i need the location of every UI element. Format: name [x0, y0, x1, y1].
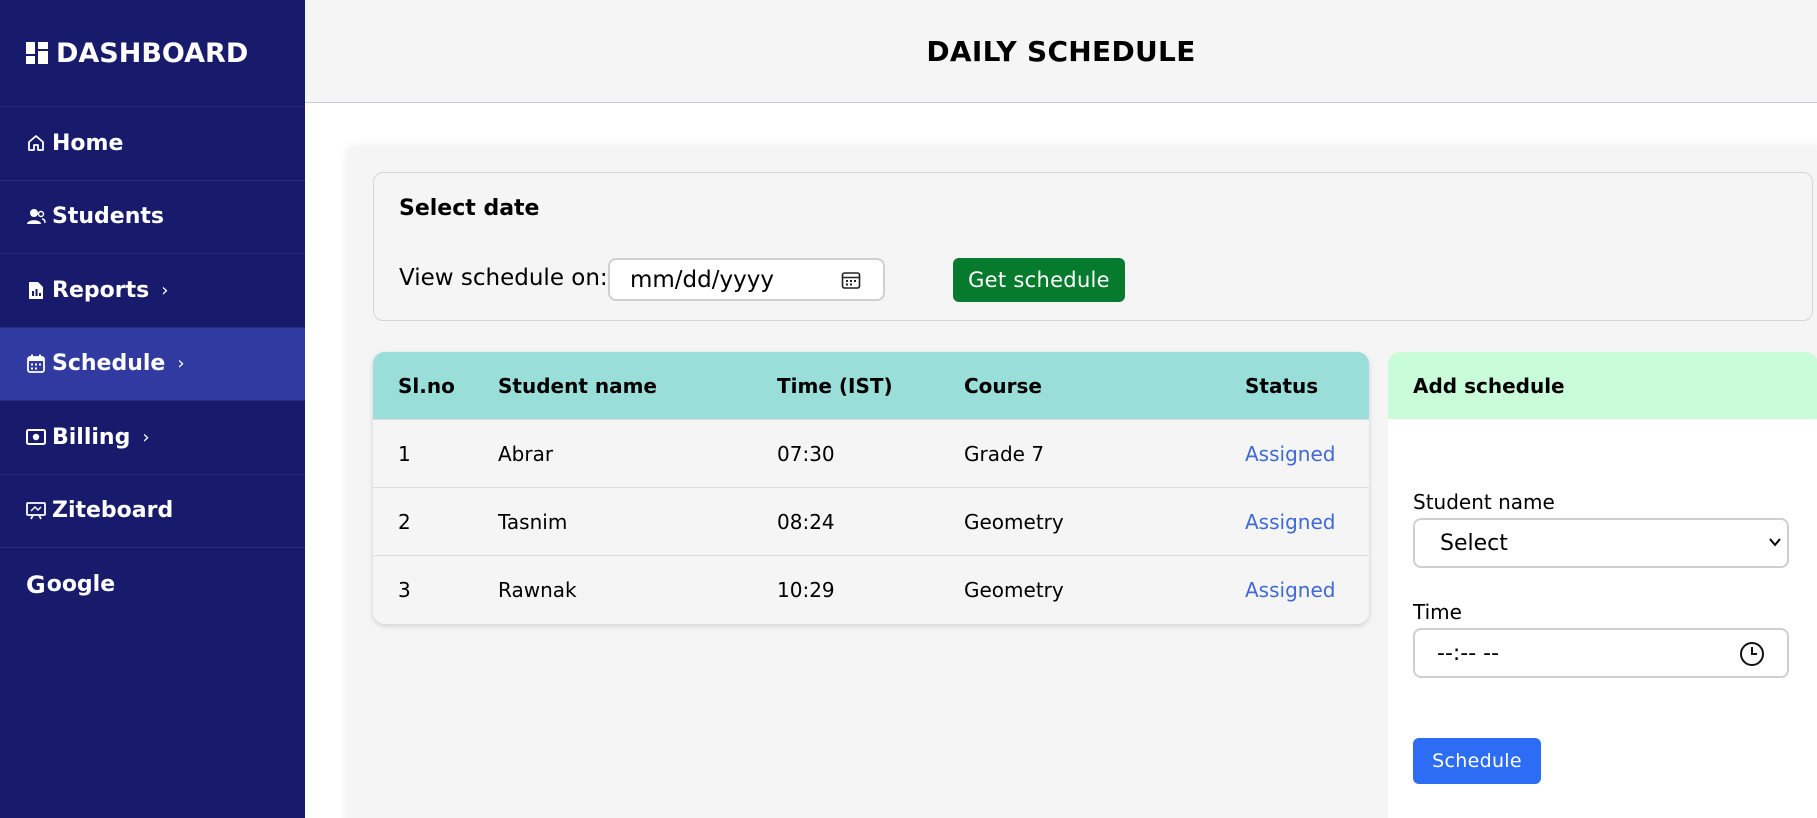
row-status[interactable]: Assigned	[1245, 488, 1335, 555]
column-header-slno[interactable]: Sl.no	[398, 352, 455, 419]
sidebar-item-label: Schedule	[52, 351, 166, 377]
date-input[interactable]: mm/dd/yyyy	[608, 258, 885, 301]
row-status[interactable]: Assigned	[1245, 556, 1335, 623]
brand[interactable]: DASHBOARD	[0, 0, 305, 107]
sidebar-item-label: Students	[52, 204, 164, 230]
report-icon	[26, 280, 46, 300]
row-time: 07:30	[777, 441, 835, 466]
students-icon	[26, 207, 46, 227]
google-icon: G	[26, 570, 46, 599]
time-label: Time	[1413, 600, 1462, 624]
student-name-selected-value: Select	[1440, 530, 1508, 556]
brand-title: DASHBOARD	[56, 37, 249, 69]
sidebar-item-label: Ziteboard	[52, 498, 174, 524]
page-title: DAILY SCHEDULE	[926, 34, 1196, 68]
chevron-right-icon: ›	[177, 353, 185, 375]
sidebar-item-reports[interactable]: Reports ›	[0, 254, 305, 328]
row-slno: 1	[398, 441, 411, 466]
view-schedule-label: View schedule on:	[399, 265, 608, 291]
clock-icon[interactable]	[1739, 641, 1765, 673]
time-input[interactable]: --:-- --	[1413, 628, 1789, 678]
home-icon	[26, 133, 46, 153]
date-section-title: Select date	[399, 196, 540, 221]
date-placeholder: mm/dd/yyyy	[630, 266, 774, 293]
sidebar-item-label: Billing	[52, 424, 131, 450]
sidebar-item-billing[interactable]: Billing ›	[0, 401, 305, 475]
sidebar-item-home[interactable]: Home	[0, 107, 305, 181]
row-slno: 2	[398, 509, 411, 534]
page-header: DAILY SCHEDULE	[305, 0, 1817, 103]
column-header-student-name[interactable]: Student name	[498, 352, 657, 419]
column-header-course[interactable]: Course	[964, 352, 1042, 419]
sidebar-item-label: Home	[52, 130, 124, 156]
student-name-select[interactable]: Select	[1413, 518, 1789, 568]
sidebar-item-label: oogle	[46, 572, 116, 598]
column-header-status[interactable]: Status	[1245, 352, 1318, 419]
row-student-name: Tasnim	[498, 509, 568, 534]
add-schedule-title: Add schedule	[1388, 352, 1817, 419]
calendar-picker-icon[interactable]	[841, 270, 861, 296]
get-schedule-button[interactable]: Get schedule	[953, 258, 1125, 302]
row-time: 08:24	[777, 509, 835, 534]
row-student-name: Abrar	[498, 441, 554, 466]
schedule-table: Sl.no Student name Time (IST) Course Sta…	[373, 352, 1369, 624]
calendar-icon	[26, 354, 46, 374]
table-row[interactable]: 3 Rawnak 10:29 Geometry Assigned	[373, 555, 1369, 623]
row-status[interactable]: Assigned	[1245, 420, 1335, 487]
row-student-name: Rawnak	[498, 577, 577, 602]
row-course: Grade 7	[964, 441, 1045, 466]
row-slno: 3	[398, 577, 411, 602]
row-time: 10:29	[777, 577, 835, 602]
sidebar-item-students[interactable]: Students	[0, 181, 305, 254]
sidebar-item-label: Reports	[52, 277, 150, 303]
chevron-right-icon: ›	[161, 279, 169, 301]
sidebar-item-google[interactable]: G oogle	[0, 548, 305, 622]
table-row[interactable]: 2 Tasnim 08:24 Geometry Assigned	[373, 487, 1369, 555]
sidebar: DASHBOARD Home Students Reports › Schedu…	[0, 0, 305, 818]
sidebar-item-schedule[interactable]: Schedule ›	[0, 327, 305, 401]
student-name-label: Student name	[1413, 490, 1555, 514]
column-header-time[interactable]: Time (IST)	[777, 352, 893, 419]
table-row[interactable]: 1 Abrar 07:30 Grade 7 Assigned	[373, 419, 1369, 487]
chevron-down-icon	[1769, 535, 1781, 551]
whiteboard-icon	[26, 501, 46, 521]
schedule-button[interactable]: Schedule	[1413, 738, 1541, 784]
row-course: Geometry	[964, 509, 1064, 534]
sidebar-item-ziteboard[interactable]: Ziteboard	[0, 475, 305, 548]
chevron-right-icon: ›	[142, 426, 150, 448]
dashboard-icon	[26, 42, 48, 64]
row-course: Geometry	[964, 577, 1064, 602]
billing-icon	[26, 427, 46, 447]
time-placeholder: --:-- --	[1437, 640, 1500, 666]
table-header: Sl.no Student name Time (IST) Course Sta…	[373, 352, 1369, 419]
